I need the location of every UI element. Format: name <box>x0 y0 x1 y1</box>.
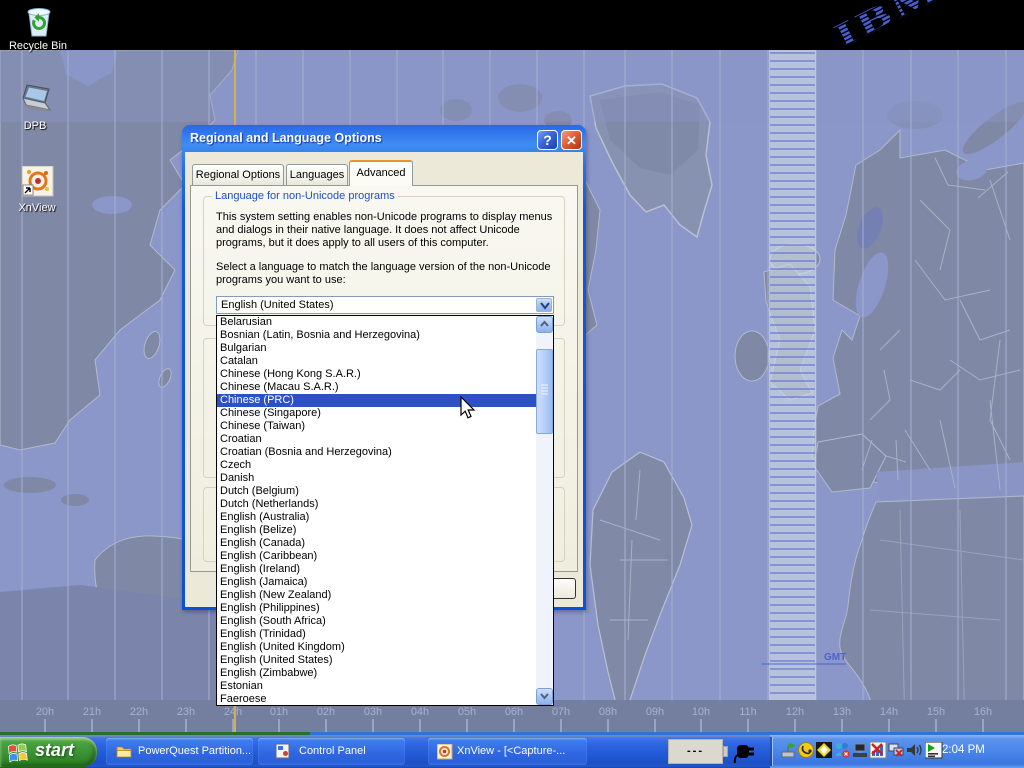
svg-text:09h: 09h <box>646 706 664 718</box>
svg-text:11h: 11h <box>739 706 757 718</box>
svg-text:24h: 24h <box>224 706 242 718</box>
svg-text:14h: 14h <box>880 706 898 718</box>
svg-text:15h: 15h <box>927 706 945 718</box>
svg-text:IBM: IBM <box>828 0 948 50</box>
svg-text:02h: 02h <box>317 706 335 718</box>
svg-text:07h: 07h <box>552 706 570 718</box>
svg-text:12h: 12h <box>786 706 804 718</box>
svg-text:04h: 04h <box>411 706 429 718</box>
svg-text:23h: 23h <box>177 706 195 718</box>
svg-text:06h: 06h <box>505 706 523 718</box>
svg-text:10h: 10h <box>692 706 710 718</box>
svg-text:05h: 05h <box>458 706 476 718</box>
svg-text:GMT: GMT <box>824 652 846 663</box>
svg-text:08h: 08h <box>599 706 617 718</box>
svg-text:13h: 13h <box>833 706 851 718</box>
svg-text:21h: 21h <box>83 706 101 718</box>
svg-text:22h: 22h <box>130 706 148 718</box>
svg-text:20h: 20h <box>36 706 54 718</box>
svg-text:16h: 16h <box>974 706 992 718</box>
svg-text:03h: 03h <box>364 706 382 718</box>
svg-text:01h: 01h <box>270 706 288 718</box>
